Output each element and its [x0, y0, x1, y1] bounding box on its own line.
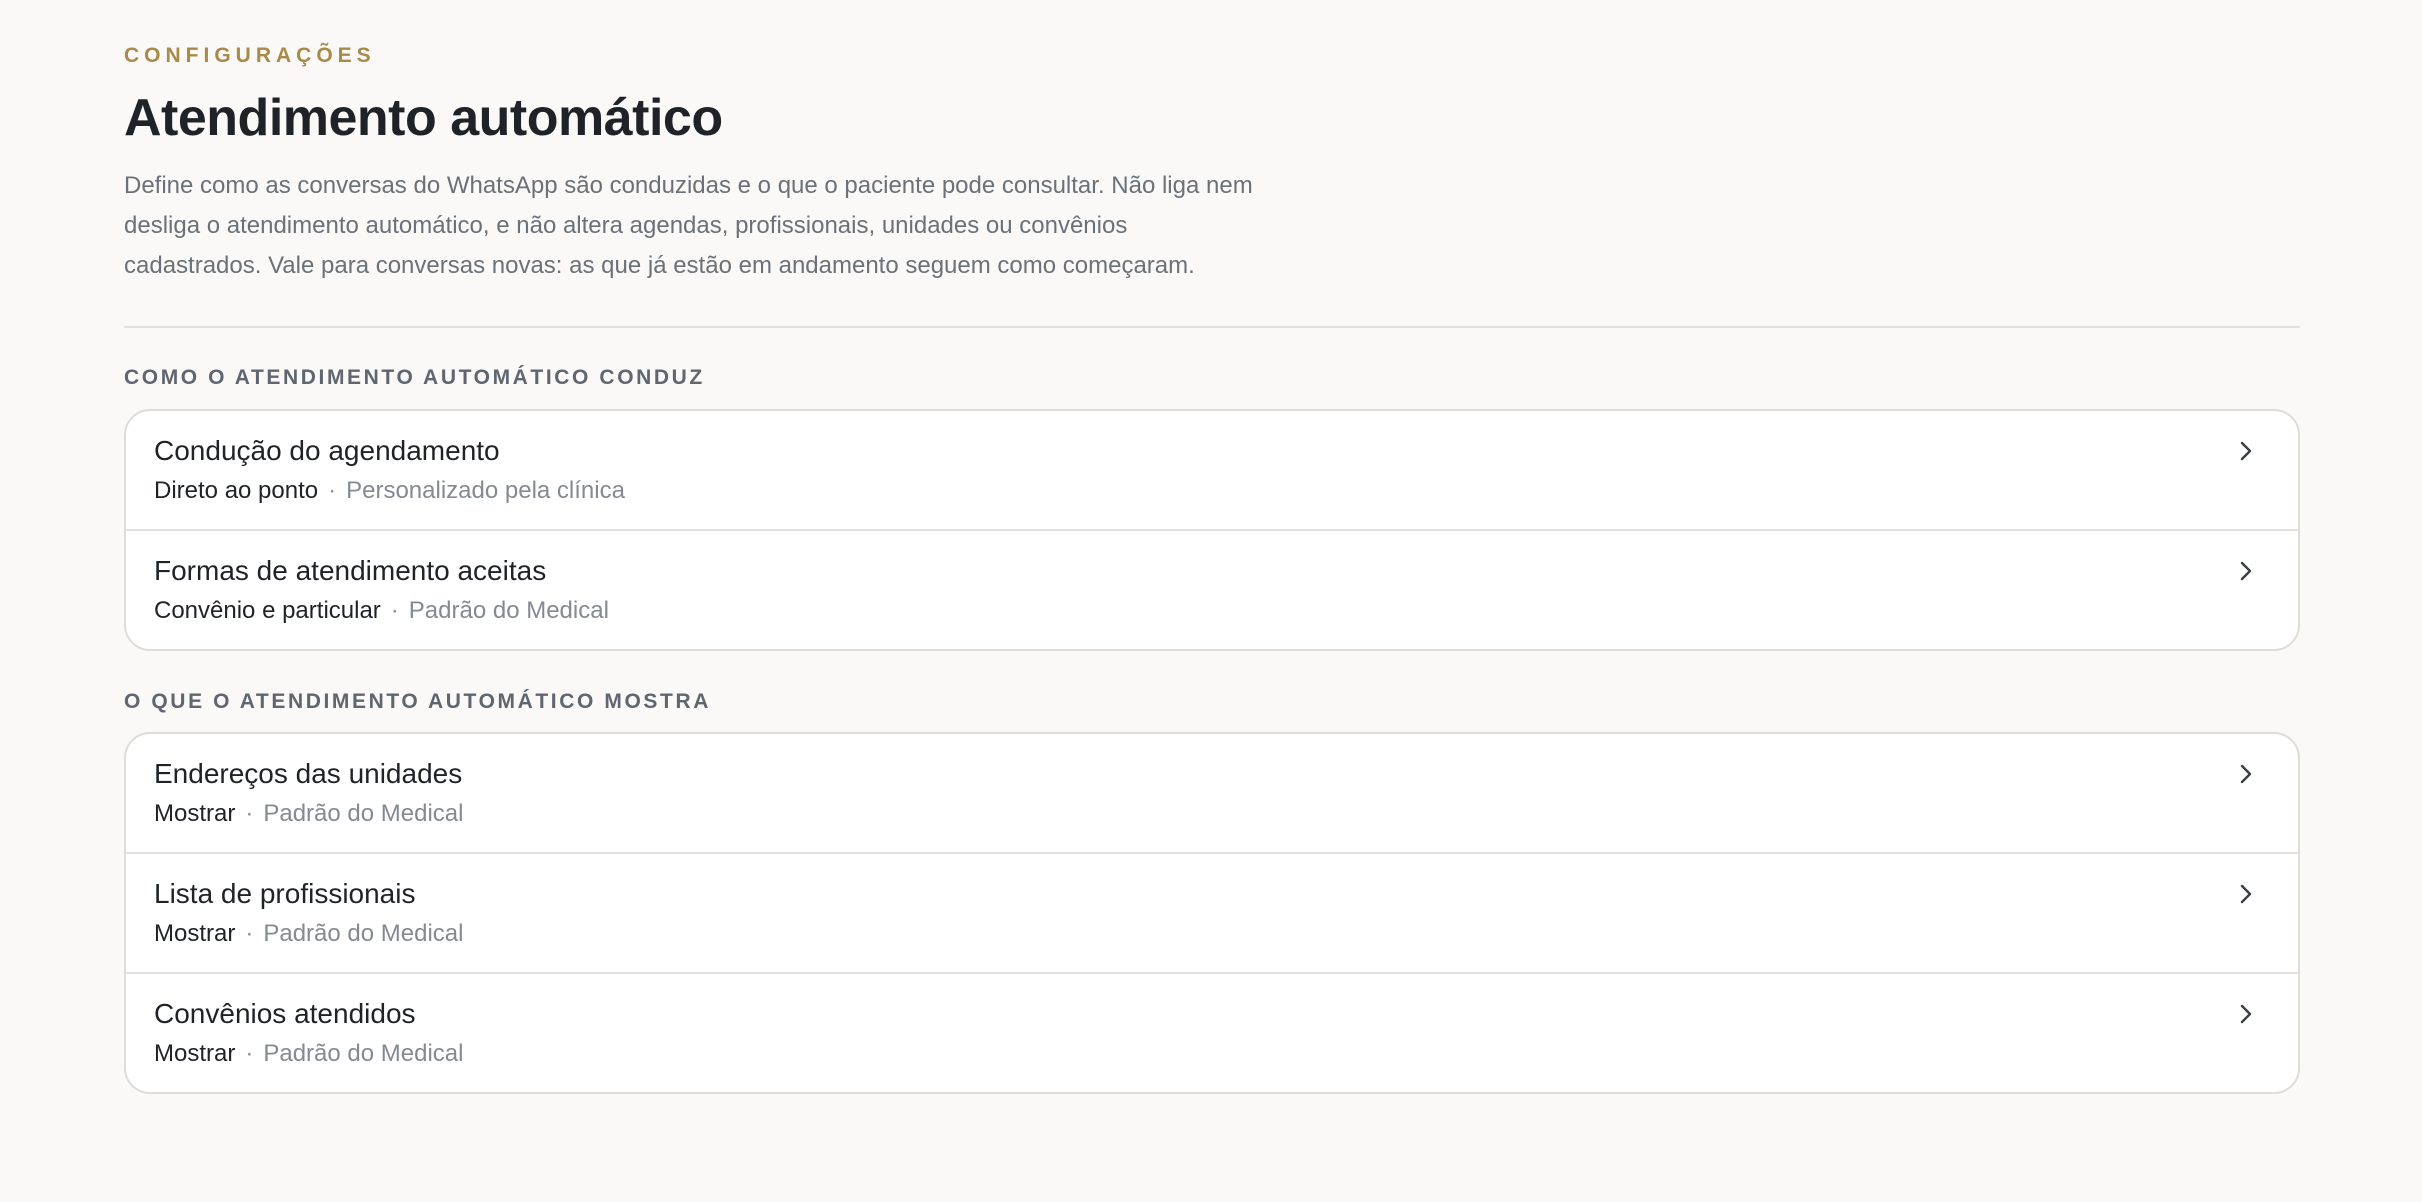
- row-title: Formas de atendimento aceitas: [154, 555, 547, 586]
- settings-card-conduz: Condução do agendamento Direto ao ponto ·…: [124, 409, 2300, 651]
- chevron-right-icon: [2234, 1002, 2258, 1026]
- row-value: Convênio e particular: [154, 597, 381, 624]
- row-value: Direto ao ponto: [154, 477, 319, 504]
- settings-row-formas[interactable]: Formas de atendimento aceitas Convênio e…: [126, 531, 2298, 649]
- page-title: Atendimento automático: [124, 89, 723, 147]
- page-description: Define como as conversas do WhatsApp são…: [124, 172, 1253, 279]
- chevron-right-icon: [2234, 439, 2258, 463]
- row-separator: ·: [245, 1040, 254, 1067]
- row-value: Mostrar: [154, 1040, 236, 1067]
- row-meta: Direto ao ponto · Personalizado pela clíni…: [154, 477, 625, 505]
- row-separator: ·: [245, 920, 254, 947]
- row-source: Personalizado pela clínica: [346, 477, 625, 504]
- row-meta: Convênio e particular · Padrão do Medical: [154, 597, 609, 625]
- section-heading-conduz: COMO O ATENDIMENTO AUTOMÁTICO CONDUZ: [124, 366, 705, 389]
- settings-row-profissionais[interactable]: Lista de profissionais Mostrar · Padrão do…: [126, 854, 2298, 974]
- section-heading-mostra: O QUE O ATENDIMENTO AUTOMÁTICO MOSTRA: [124, 690, 711, 713]
- row-source: Padrão do Medical: [263, 1040, 464, 1067]
- settings-card-mostra: Endereços das unidades Mostrar · Padrão do…: [124, 732, 2300, 1094]
- chevron-right-icon: [2234, 762, 2258, 786]
- settings-row-convenios[interactable]: Convênios atendidos Mostrar · Padrão do Me…: [126, 974, 2298, 1092]
- header-divider: [124, 326, 2300, 328]
- row-separator: ·: [245, 800, 254, 827]
- row-source: Padrão do Medical: [263, 800, 464, 827]
- settings-row-conducao[interactable]: Condução do agendamento Direto ao ponto ·…: [126, 411, 2298, 531]
- row-meta: Mostrar · Padrão do Medical: [154, 800, 463, 828]
- row-value: Mostrar: [154, 920, 236, 947]
- row-title: Condução do agendamento: [154, 435, 500, 466]
- row-source: Padrão do Medical: [263, 920, 464, 947]
- chevron-right-icon: [2234, 882, 2258, 906]
- row-separator: ·: [390, 597, 399, 624]
- row-meta: Mostrar · Padrão do Medical: [154, 920, 463, 948]
- chevron-right-icon: [2234, 559, 2258, 583]
- row-source: Padrão do Medical: [408, 597, 609, 624]
- row-title: Endereços das unidades: [154, 758, 463, 789]
- row-value: Mostrar: [154, 800, 236, 827]
- row-meta: Mostrar · Padrão do Medical: [154, 1040, 463, 1068]
- breadcrumb-eyebrow: CONFIGURAÇÕES: [124, 44, 376, 67]
- row-title: Lista de profissionais: [154, 878, 416, 909]
- row-title: Convênios atendidos: [154, 998, 416, 1029]
- row-separator: ·: [328, 477, 337, 504]
- settings-row-enderecos[interactable]: Endereços das unidades Mostrar · Padrão do…: [126, 734, 2298, 854]
